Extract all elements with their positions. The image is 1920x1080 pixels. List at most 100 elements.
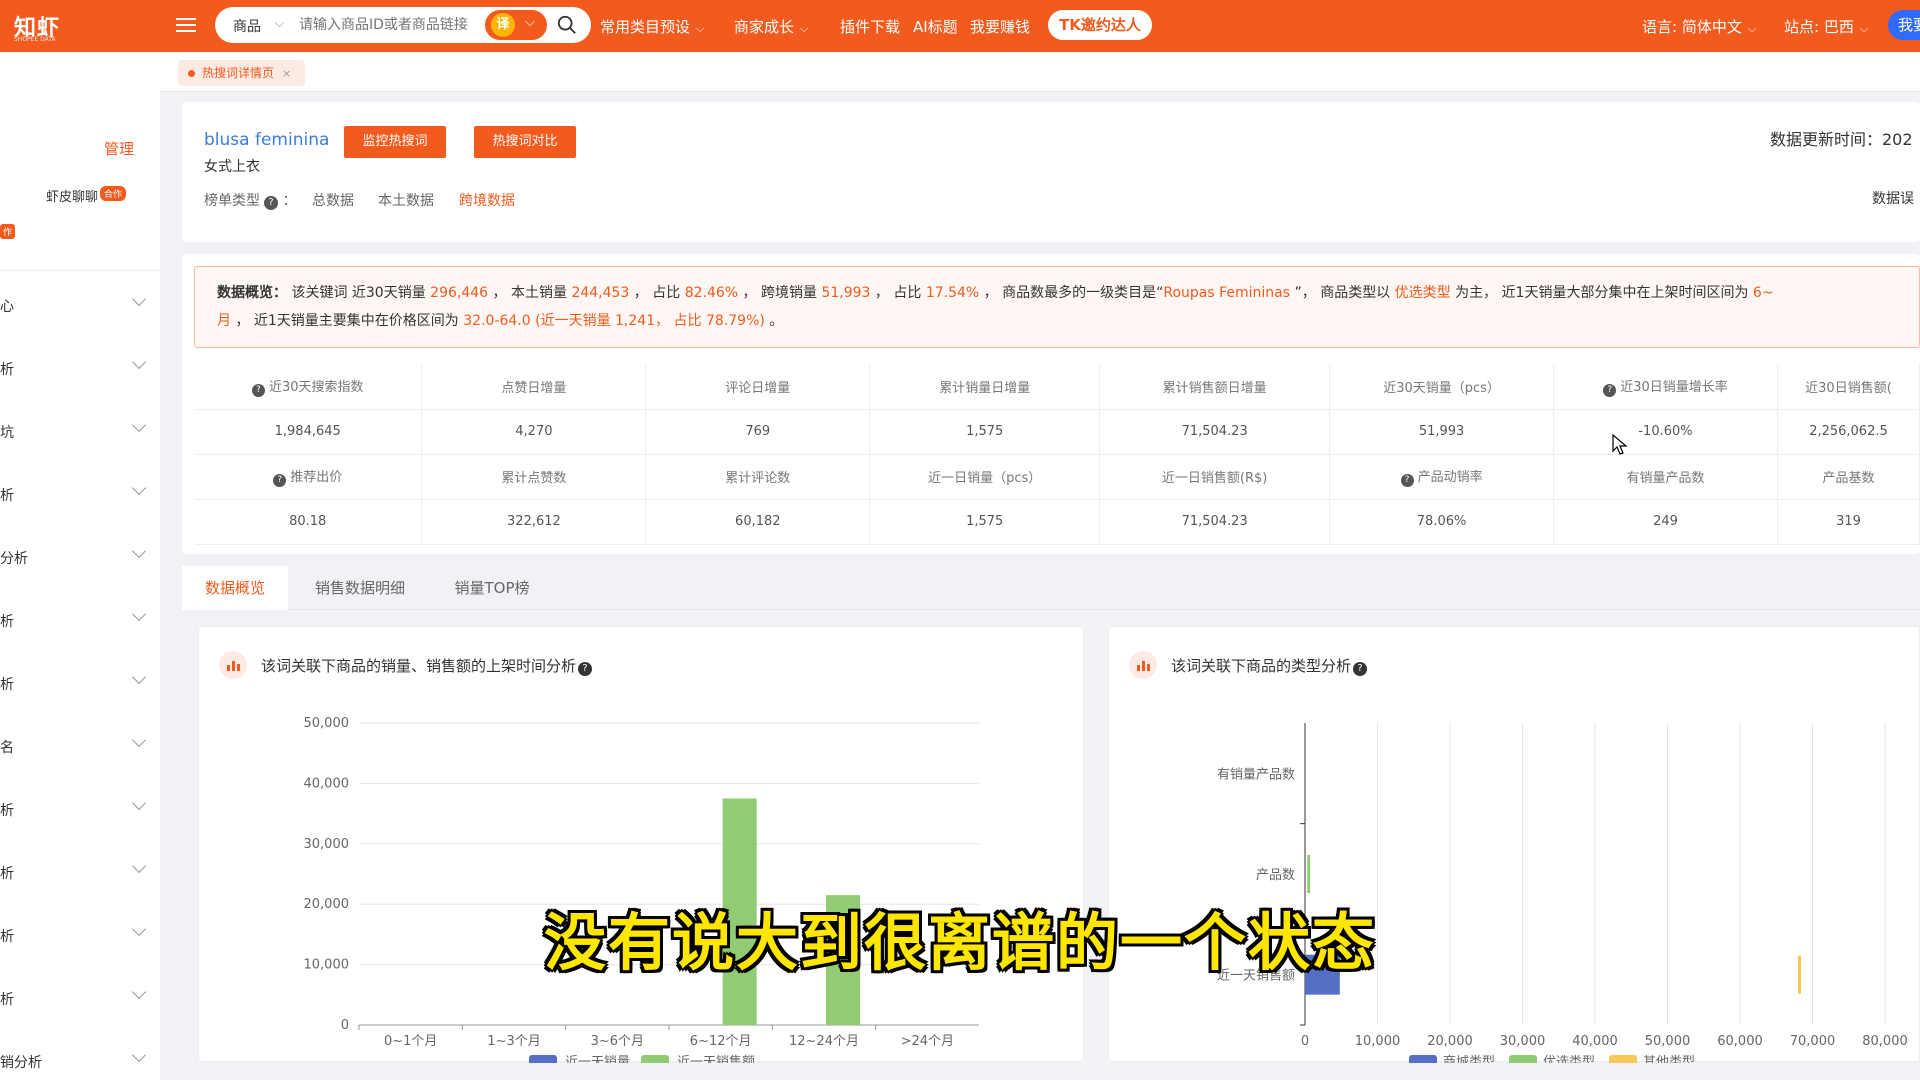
sidebar-item-label: 名 [0,740,14,756]
sidebar-item-label: 析 [0,992,14,1008]
y-tick-label: 0 [341,1018,349,1033]
x-tick-label: 30,000 [1500,1034,1546,1049]
sidebar-badge: 作 [0,224,16,239]
tab-sales-top[interactable]: 销量TOP榜 [432,566,552,610]
keyword-link[interactable]: blusa feminina [204,130,329,150]
sidebar-item-label: 销分析 [0,1055,42,1071]
x-tick-label: 12~24个月 [789,1034,859,1049]
metric-label: ? 近30日销量增长率 [1553,364,1778,410]
active-dot-icon [188,70,195,77]
chevron-down-icon [131,795,147,811]
sidebar-shrimp-chat[interactable]: 虾皮聊聊 合作 [46,186,127,205]
sidebar-item-label: 分析 [0,551,28,567]
search-type-select[interactable]: 商品 [233,16,261,36]
data-note[interactable]: 数据误 [1872,188,1914,208]
metric-value: 51,993 [1329,409,1555,455]
metric-value: 1,984,645 [194,409,423,455]
compare-keyword-button[interactable]: 热搜词对比 [474,126,576,158]
metric-label: 近30天销量（pcs） [1329,364,1555,410]
metric-value: 60,182 [645,499,871,545]
nav-plugin-download[interactable]: 插件下载 [840,16,900,37]
x-tick-label: 3~6个月 [591,1034,644,1049]
mouse-cursor-icon [1612,434,1628,455]
sidebar-item[interactable]: 析 [0,858,160,883]
x-tick-label: 60,000 [1717,1034,1763,1049]
chevron-down-icon [131,480,147,496]
help-icon: ? [273,474,287,487]
nav-ai-title[interactable]: AI标题 [913,16,958,37]
language-select[interactable]: 语言: 简体中文 ⌵ [1642,16,1756,37]
metrics-value-row: 80.18 322,612 60,182 1,575 71,504.23 78.06% 24… [194,499,1920,545]
chevron-down-icon: ⌵ [525,15,535,30]
blue-action-button[interactable]: 我要 [1888,10,1920,40]
sidebar-item-label: 析 [0,677,14,693]
type-analysis-chart-card: 该词关联下商品的类型分析? 0 10,000 20,000 30,000 40,000 5… [1108,626,1920,1063]
chevron-down-icon [131,291,147,307]
tag-bar: 热搜词详情页 × [160,52,1920,92]
monitor-keyword-button[interactable]: 监控热搜词 [344,126,446,158]
sidebar-item[interactable]: 分析 [0,543,160,568]
chevron-down-icon: ⌵ [1859,22,1869,35]
chevron-down-icon: ⌵ [696,22,705,35]
list-type-crossborder[interactable]: 跨境数据 [459,190,515,210]
y-tick-label: 40,000 [304,776,350,791]
sidebar-manage-link[interactable]: 管理 [104,138,134,159]
site-select[interactable]: 站点: 巴西 ⌵ [1784,16,1868,37]
sidebar-item[interactable]: 析 [0,606,160,631]
list-type-local[interactable]: 本土数据 [378,190,434,210]
chevron-down-icon [131,984,147,1000]
logo[interactable]: 知虾 SHOPEE DATA [0,6,60,46]
tab-hot-keyword-detail[interactable]: 热搜词详情页 × [178,60,306,86]
y-tick-label: 产品数 [1256,868,1295,883]
sidebar-item[interactable]: 析 [0,795,160,820]
sidebar-item[interactable]: 心 [0,291,160,316]
content-tabs: 数据概览 销售数据明细 销量TOP榜 [182,566,1920,610]
x-tick-label: 10,000 [1355,1034,1401,1049]
sidebar-item[interactable]: 析 [0,480,160,505]
sidebar-item-label: 析 [0,803,14,819]
metric-label: 近一日销量（pcs） [869,454,1101,500]
tab-sales-detail[interactable]: 销售数据明细 [288,566,432,610]
sidebar-divider [0,270,160,271]
chevron-down-icon [131,732,147,748]
x-tick-label: 50,000 [1645,1034,1691,1049]
sidebar-item[interactable]: 坑 [0,417,160,442]
x-tick-label: 1~3个月 [487,1034,540,1049]
sidebar-item[interactable]: 析 [0,984,160,1009]
legend-swatch [641,1055,669,1063]
metric-value: 249 [1553,499,1778,545]
translate-button[interactable]: 译 ⌵ [485,10,547,40]
metric-value: 1,575 [869,499,1101,545]
list-type-total[interactable]: 总数据 [312,190,354,210]
menu-toggle-icon[interactable] [176,14,196,36]
sidebar-item[interactable]: 析 [0,669,160,694]
sidebar-item-label: 析 [0,488,14,504]
metric-label: ? 近30天搜索指数 [194,364,423,410]
metric-label: 点赞日增量 [421,364,647,410]
x-tick-label: >24个月 [901,1034,954,1049]
overview-card: 数据概览： 该关键词 近30天销量 296,446 ， 本土销量 244,453… [182,254,1920,554]
tk-invite-button[interactable]: TK邀约达人 [1048,10,1152,40]
nav-category-preset[interactable]: 常用类目预设 ⌵ [600,16,704,37]
legend-label: 近一天销量 [565,1055,630,1063]
sidebar-item[interactable]: 销分析 [0,1047,160,1072]
legend-swatch [1609,1055,1637,1063]
sidebar-item[interactable]: 名 [0,732,160,757]
metrics-value-row: 1,984,645 4,270 769 1,575 71,504.23 51,993 -10… [194,409,1920,455]
metric-label: 评论日增量 [645,364,871,410]
chevron-down-icon [131,1047,147,1063]
nav-merchant-growth[interactable]: 商家成长 ⌵ [734,16,808,37]
y-tick-label: 有销量产品数 [1217,767,1295,782]
metric-value: 78.06% [1329,499,1555,545]
update-time: 数据更新时间：202 [1770,130,1913,149]
help-icon: ? [1400,474,1414,487]
chevron-down-icon [131,606,147,622]
search-button[interactable] [551,9,585,41]
metric-value: 71,504.23 [1099,409,1331,455]
chevron-down-icon [131,354,147,370]
nav-earn-money[interactable]: 我要赚钱 [970,16,1030,37]
sidebar-item[interactable]: 析 [0,354,160,379]
close-icon: × [282,67,292,80]
listing-time-bar-chart: 010,00020,00030,00040,00050,0000~1个月 1~3个… [304,716,979,1063]
tab-data-overview[interactable]: 数据概览 [182,566,288,610]
